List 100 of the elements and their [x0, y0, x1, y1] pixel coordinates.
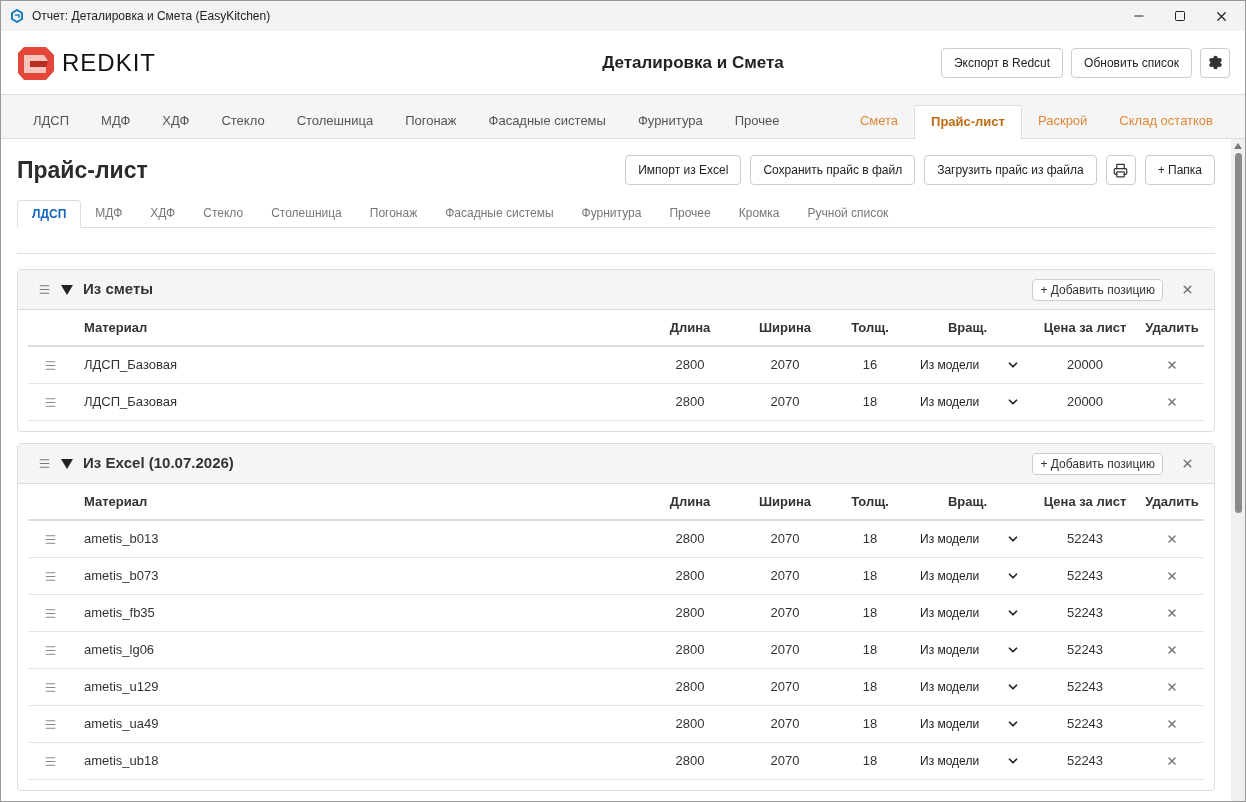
category-tab[interactable]: Фасадные системы	[431, 199, 568, 227]
category-tab[interactable]: ЛДСП	[17, 200, 82, 228]
header-button[interactable]: Экспорт в Redcut	[940, 47, 1064, 78]
delete-icon[interactable]	[1166, 718, 1178, 730]
settings-icon	[1207, 55, 1223, 70]
category-tab[interactable]: Ручной список	[793, 199, 903, 227]
app-icon	[10, 9, 24, 23]
nav-tab[interactable]: ЛДСП	[17, 104, 86, 138]
rotation-select[interactable]: Из модели	[920, 678, 1020, 696]
drag-handle-icon[interactable]	[43, 358, 57, 372]
collapse-triangle-icon[interactable]	[61, 457, 73, 470]
drag-handle-icon[interactable]	[43, 606, 57, 620]
nav-tab[interactable]: Стекло	[205, 104, 281, 138]
column-header: Удалить	[1145, 492, 1199, 511]
page-title: Деталировка и Смета	[602, 51, 784, 74]
column-header: Ширина	[758, 492, 812, 511]
column-header: Длина	[669, 492, 711, 511]
rotation-select[interactable]: Из модели	[920, 752, 1020, 770]
drag-handle-icon[interactable]	[43, 643, 57, 657]
thickness-cell-text: 18	[862, 752, 878, 771]
length-cell-text: 2800	[675, 715, 705, 734]
delete-icon[interactable]	[1166, 681, 1178, 693]
delete-icon[interactable]	[1166, 644, 1178, 656]
delete-icon[interactable]	[1166, 533, 1178, 545]
settings-button[interactable]	[1200, 47, 1230, 78]
toolbar-button[interactable]: + Папка	[1144, 155, 1215, 185]
length-cell-text: 2800	[675, 393, 705, 412]
category-tab[interactable]: Погонаж	[355, 199, 432, 227]
folder-title: Из Excel (10.07.2026)	[83, 453, 234, 474]
nav-tab[interactable]: Прочее	[718, 104, 796, 138]
drag-handle-icon[interactable]	[38, 283, 51, 296]
rotation-select[interactable]: Из модели	[920, 356, 1020, 374]
rotation-select[interactable]: Из модели	[920, 715, 1020, 733]
drag-handle-icon[interactable]	[38, 457, 51, 470]
maximize-icon[interactable]	[1174, 10, 1186, 22]
rotation-select[interactable]: Из модели	[920, 530, 1020, 548]
thickness-cell-text: 18	[862, 567, 878, 586]
header-button[interactable]: Обновить список	[1071, 47, 1192, 78]
drag-handle-icon[interactable]	[43, 395, 57, 409]
price-cell-text: 52243	[1066, 567, 1104, 586]
nav-tab[interactable]: Фасадные системы	[472, 104, 622, 138]
category-tab[interactable]: Кромка	[724, 199, 794, 227]
drag-handle-icon[interactable]	[43, 532, 57, 546]
price-cell-text: 52243	[1066, 678, 1104, 697]
collapse-triangle-icon[interactable]	[61, 283, 73, 296]
toolbar-button[interactable]: Импорт из Excel	[625, 155, 742, 185]
price-cell-text: 20000	[1066, 356, 1104, 375]
nav-tab[interactable]: МДФ	[85, 104, 147, 138]
nav-tab[interactable]: Погонаж	[389, 104, 473, 138]
column-header: Длина	[669, 318, 711, 337]
delete-icon[interactable]	[1166, 607, 1178, 619]
toolbar-button[interactable]: Сохранить прайс в файл	[750, 155, 916, 185]
length-cell-text: 2800	[675, 604, 705, 623]
material-cell-text: ametis_b073	[83, 567, 159, 586]
category-tab[interactable]: Прочее	[655, 199, 725, 227]
delete-icon[interactable]	[1166, 359, 1178, 371]
material-cell-text: ametis_ua49	[83, 715, 159, 734]
category-tab[interactable]: Стекло	[189, 199, 258, 227]
rotation-select[interactable]: Из модели	[920, 567, 1020, 585]
thickness-cell-text: 18	[862, 604, 878, 623]
width-cell-text: 2070	[770, 356, 800, 375]
drag-handle-icon[interactable]	[43, 680, 57, 694]
scroll-up-arrow-icon[interactable]	[1234, 143, 1242, 149]
category-tab[interactable]: Столешница	[257, 199, 356, 227]
thickness-cell-text: 16	[862, 356, 878, 375]
price-cell-text: 52243	[1066, 752, 1104, 771]
material-cell-text: ametis_u129	[83, 678, 159, 697]
delete-icon[interactable]	[1166, 570, 1178, 582]
printer-icon	[1113, 162, 1129, 178]
delete-icon[interactable]	[1166, 755, 1178, 767]
nav-tab[interactable]: Прайс-лист	[914, 105, 1022, 139]
print-button[interactable]	[1105, 155, 1136, 185]
brand-name: REDKIT	[62, 47, 156, 78]
category-tab[interactable]: ХДФ	[136, 199, 190, 227]
width-cell-text: 2070	[770, 641, 800, 660]
add-item-button[interactable]: + Добавить позицию	[1032, 278, 1163, 301]
add-item-button[interactable]: + Добавить позицию	[1032, 452, 1163, 475]
nav-tab[interactable]: Столешница	[280, 104, 390, 138]
rotation-select[interactable]: Из модели	[920, 604, 1020, 622]
column-header: Материал	[83, 318, 148, 337]
width-cell-text: 2070	[770, 567, 800, 586]
category-tab[interactable]: Фурнитура	[567, 199, 656, 227]
width-cell-text: 2070	[770, 715, 800, 734]
length-cell-text: 2800	[675, 356, 705, 375]
price-cell-text: 52243	[1066, 604, 1104, 623]
price-cell-text: 20000	[1066, 393, 1104, 412]
drag-handle-icon[interactable]	[43, 717, 57, 731]
thickness-cell-text: 18	[862, 641, 878, 660]
width-cell-text: 2070	[770, 604, 800, 623]
drag-handle-icon[interactable]	[43, 754, 57, 768]
rotation-select[interactable]: Из модели	[920, 393, 1020, 411]
delete-icon[interactable]	[1166, 396, 1178, 408]
width-cell-text: 2070	[770, 678, 800, 697]
thickness-cell-text: 18	[862, 678, 878, 697]
nav-tab[interactable]: Фурнитура	[621, 104, 719, 138]
rotation-select[interactable]: Из модели	[920, 641, 1020, 659]
nav-tab[interactable]: ХДФ	[146, 104, 206, 138]
toolbar-button[interactable]: Загрузить прайс из файла	[924, 155, 1097, 185]
category-tab[interactable]: МДФ	[81, 199, 137, 227]
drag-handle-icon[interactable]	[43, 569, 57, 583]
